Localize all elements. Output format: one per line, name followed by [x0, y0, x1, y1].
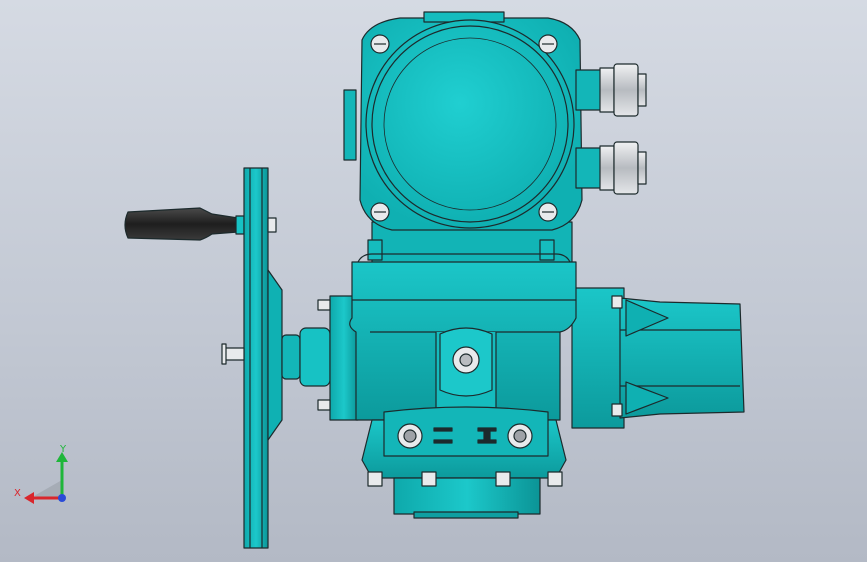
actuator-model[interactable]	[0, 0, 867, 562]
x-axis-label: X	[14, 488, 21, 499]
shaft-coupling	[281, 295, 359, 421]
terminal-box[interactable]	[343, 11, 583, 231]
coordinate-triad: Y X	[14, 444, 68, 504]
output-coupling[interactable]	[367, 471, 563, 519]
cable-gland-bottom[interactable]	[575, 141, 647, 195]
z-axis-dot	[58, 494, 66, 502]
crank-handle[interactable]	[124, 207, 245, 241]
cad-viewport[interactable]: Y X	[0, 0, 867, 562]
cable-gland-top[interactable]	[575, 63, 647, 117]
motor-housing[interactable]	[571, 287, 745, 429]
lower-flange[interactable]	[361, 406, 567, 479]
gearbox-body[interactable]	[349, 253, 577, 421]
y-axis-label: Y	[59, 444, 67, 455]
